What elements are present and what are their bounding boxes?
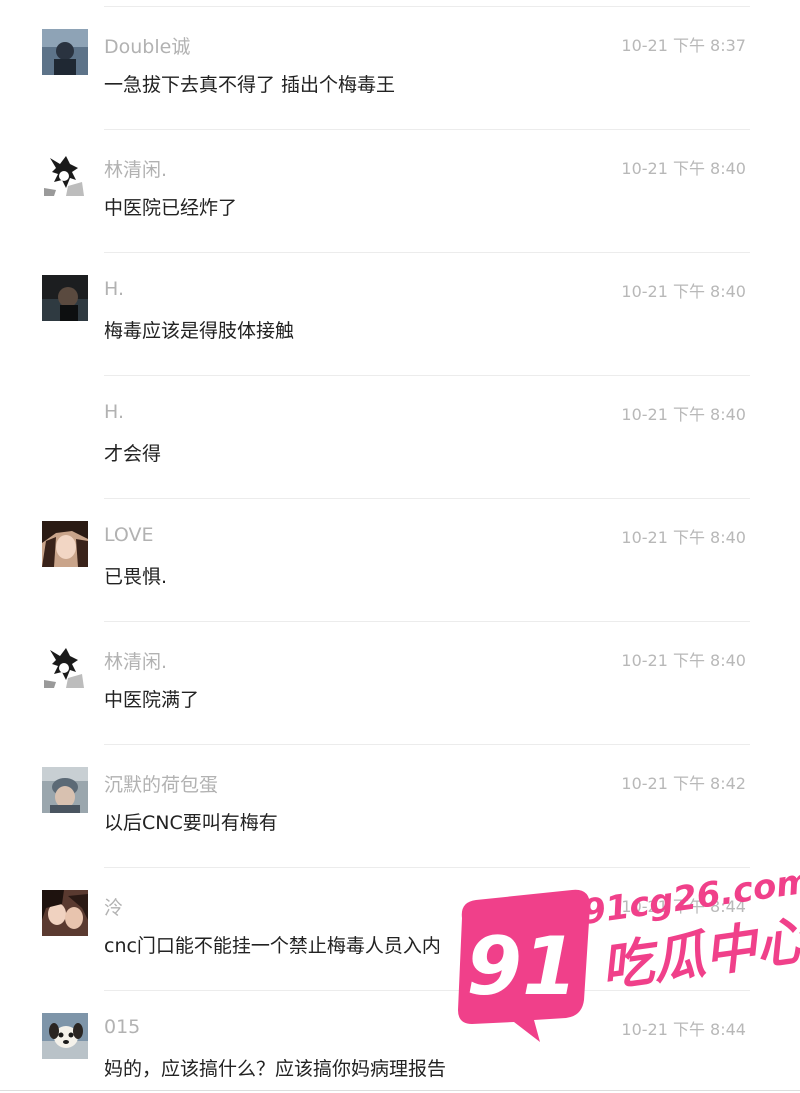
- comment-time: 10-21 下午 8:40: [621, 159, 746, 178]
- avatar-photo-icon: [42, 767, 88, 813]
- comment-text: 已畏惧.: [104, 566, 168, 588]
- comment-text: 中医院满了: [104, 689, 200, 711]
- bottom-divider: [0, 1090, 800, 1091]
- comment-time: 10-21 下午 8:40: [621, 651, 746, 670]
- comment-item: 沉默的荷包蛋 10-21 下午 8:42 以后CNC要叫有梅有: [42, 744, 750, 867]
- comment-author[interactable]: 沉默的荷包蛋: [104, 770, 218, 797]
- comment-author[interactable]: 泠: [104, 893, 123, 920]
- comment-item: LOVE 10-21 下午 8:40 已畏惧.: [42, 498, 750, 621]
- comment-item: 林清闲. 10-21 下午 8:40 中医院已经炸了: [42, 129, 750, 252]
- comment-item: 林清闲. 10-21 下午 8:40 中医院满了: [42, 621, 750, 744]
- comment-time: 10-21 下午 8:44: [621, 897, 746, 916]
- comment-text: 一急拔下去真不得了 插出个梅毒王: [104, 74, 396, 96]
- avatar-anime-icon: [42, 644, 88, 690]
- avatar[interactable]: [42, 644, 88, 690]
- avatar-dog-icon: [42, 1013, 88, 1059]
- avatar[interactable]: [42, 890, 88, 936]
- comment-time: 10-21 下午 8:40: [621, 405, 746, 424]
- comment-author[interactable]: Double诚: [104, 32, 190, 59]
- comment-list: Double诚 10-21 下午 8:37 一急拔下去真不得了 插出个梅毒王 林…: [0, 6, 800, 1093]
- avatar: [42, 398, 88, 444]
- avatar[interactable]: [42, 521, 88, 567]
- comment-item: Double诚 10-21 下午 8:37 一急拔下去真不得了 插出个梅毒王: [42, 6, 750, 129]
- comment-item: 泠 10-21 下午 8:44 cnc门口能不能挂一个禁止梅毒人员入内: [42, 867, 750, 990]
- avatar-photo-icon: [42, 890, 88, 936]
- avatar-photo-icon: [42, 29, 88, 75]
- comment-text: 妈的，应该搞什么？应该搞你妈病理报告: [104, 1058, 447, 1080]
- avatar-anime-icon: [42, 152, 88, 198]
- comment-author[interactable]: H.: [104, 401, 124, 423]
- comment-author[interactable]: 015: [104, 1016, 140, 1038]
- comment-time: 10-21 下午 8:42: [621, 774, 746, 793]
- comment-page: Double诚 10-21 下午 8:37 一急拔下去真不得了 插出个梅毒王 林…: [0, 0, 800, 1093]
- avatar-photo-icon: [42, 275, 88, 321]
- comment-time: 10-21 下午 8:44: [621, 1020, 746, 1039]
- avatar[interactable]: [42, 1013, 88, 1059]
- comment-text: 才会得: [104, 443, 162, 465]
- comment-item: 015 10-21 下午 8:44 妈的，应该搞什么？应该搞你妈病理报告: [42, 990, 750, 1093]
- comment-item: H. 10-21 下午 8:40 才会得: [104, 375, 750, 498]
- avatar[interactable]: [42, 767, 88, 813]
- comment-text: 梅毒应该是得肢体接触: [104, 320, 295, 342]
- comment-author[interactable]: 林清闲.: [104, 155, 167, 182]
- comment-text: cnc门口能不能挂一个禁止梅毒人员入内: [104, 935, 441, 957]
- comment-text: 以后CNC要叫有梅有: [104, 812, 278, 834]
- avatar[interactable]: [42, 152, 88, 198]
- comment-time: 10-21 下午 8:40: [621, 528, 746, 547]
- avatar-photo-icon: [42, 521, 88, 567]
- comment-time: 10-21 下午 8:37: [621, 36, 746, 55]
- avatar[interactable]: [42, 275, 88, 321]
- comment-author[interactable]: H.: [104, 278, 124, 300]
- comment-author[interactable]: 林清闲.: [104, 647, 167, 674]
- comment-text: 中医院已经炸了: [104, 197, 238, 219]
- avatar[interactable]: [42, 29, 88, 75]
- comment-item: H. 10-21 下午 8:40 梅毒应该是得肢体接触: [42, 252, 750, 375]
- comment-time: 10-21 下午 8:40: [621, 282, 746, 301]
- comment-author[interactable]: LOVE: [104, 524, 154, 546]
